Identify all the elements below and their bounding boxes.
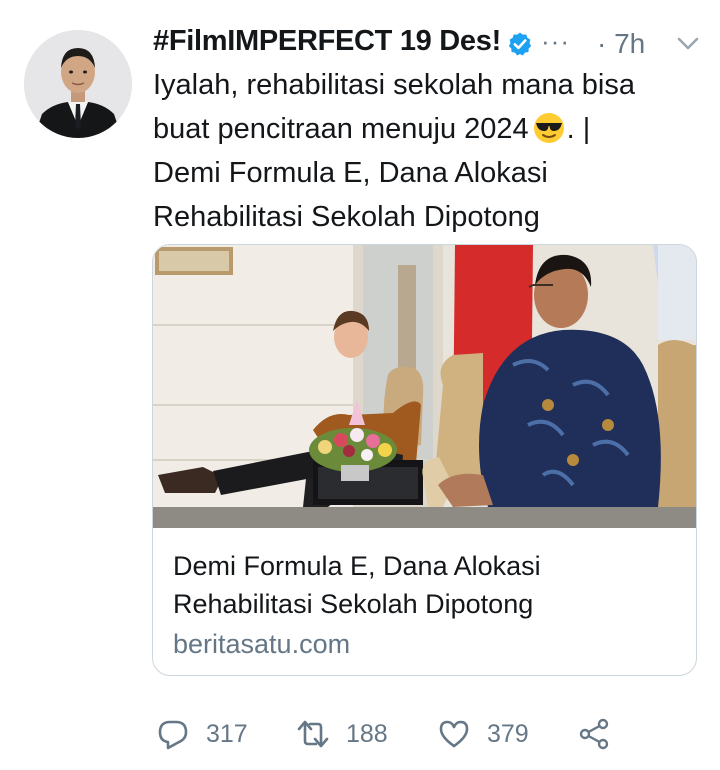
reply-icon [158, 720, 188, 750]
tweet-header: #FilmIMPERFECT 19 Des! ··· · 7h [153, 20, 713, 66]
share-icon [579, 718, 609, 750]
reply-button[interactable]: 317 [156, 712, 248, 756]
like-button[interactable]: 379 [437, 712, 529, 756]
card-title-line: Rehabilitasi Sekolah Dipotong [173, 589, 534, 619]
more-options[interactable]: ··· [541, 26, 570, 57]
card-domain[interactable]: beritasatu.com [173, 629, 350, 660]
tweet-text-line: Rehabilitasi Sekolah Dipotong [153, 201, 540, 233]
like-count: 379 [487, 719, 529, 748]
author-display-name[interactable]: #FilmIMPERFECT 19 Des! [153, 25, 501, 58]
like-icon [439, 720, 469, 748]
card-image[interactable] [153, 245, 696, 528]
sunglasses-emoji-icon [533, 113, 564, 143]
avatar-photo [24, 30, 132, 138]
chevron-down-icon[interactable] [676, 35, 700, 53]
retweet-button[interactable]: 188 [296, 712, 388, 756]
link-preview-card[interactable]: Demi Formula E, Dana Alokasi Rehabilitas… [152, 244, 697, 676]
tweet-text: Iyalah, rehabilitasi sekolah mana bisa b… [153, 63, 693, 239]
retweet-icon [297, 720, 329, 748]
verified-badge-icon [508, 32, 532, 56]
tweet-timestamp[interactable]: · 7h [597, 28, 645, 60]
avatar[interactable] [24, 30, 132, 138]
news-photo [153, 245, 696, 528]
tweet-text-line: Demi Formula E, Dana Alokasi [153, 157, 548, 189]
tweet-text-line: buat pencitraan menuju 2024 . | [153, 107, 693, 151]
share-button[interactable] [577, 712, 611, 756]
tweet-text-line: Iyalah, rehabilitasi sekolah mana bisa [153, 69, 635, 101]
tweet-text-segment: buat pencitraan menuju 2024 [153, 113, 529, 145]
card-title-line: Demi Formula E, Dana Alokasi [173, 551, 541, 581]
retweet-count: 188 [346, 719, 388, 748]
tweet-text-segment: . | [566, 113, 591, 145]
tweet[interactable]: #FilmIMPERFECT 19 Des! ··· · 7h Iyalah, … [0, 0, 720, 770]
card-title[interactable]: Demi Formula E, Dana Alokasi Rehabilitas… [173, 547, 683, 623]
reply-count: 317 [206, 719, 248, 748]
tweet-actions: 317 188 379 [152, 712, 712, 756]
